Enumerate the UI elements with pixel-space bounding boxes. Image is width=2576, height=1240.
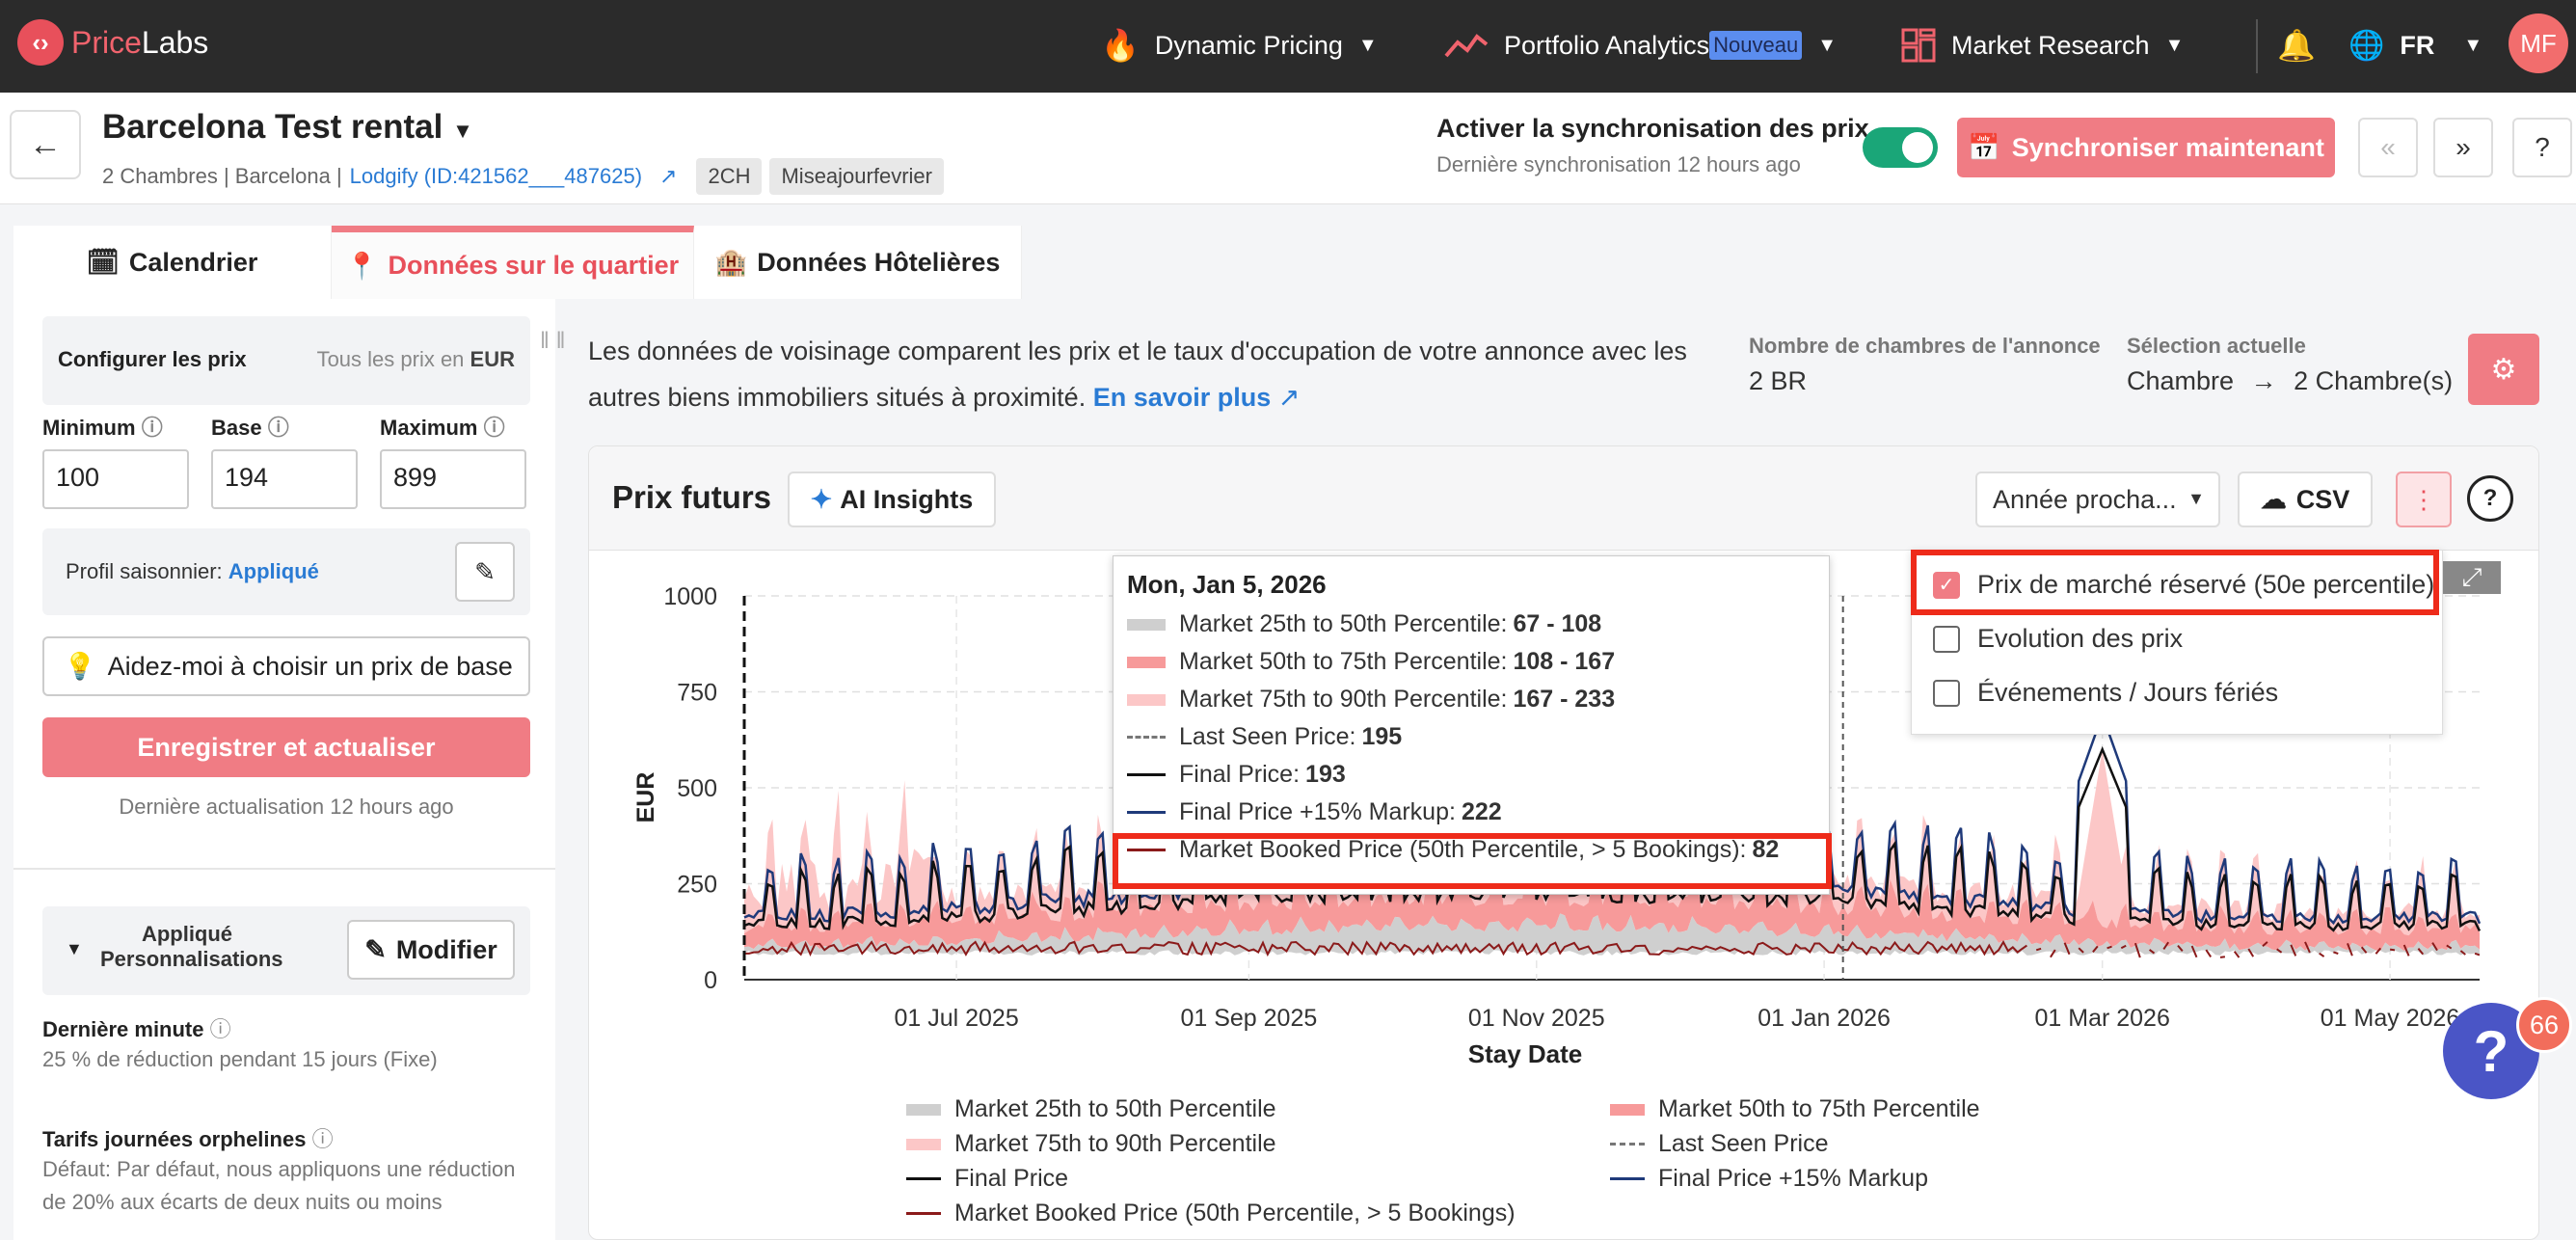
tooltip-label: Last Seen Price: <box>1179 723 1356 750</box>
x-axis-label: Stay Date <box>1468 1039 1583 1068</box>
legend-item[interactable]: Market 50th to 75th Percentile <box>1610 1095 1980 1123</box>
legend-item[interactable]: Last Seen Price <box>1610 1130 1829 1158</box>
notification-count-badge: 66 <box>2516 997 2572 1053</box>
tooltip-value: 108 - 167 <box>1513 648 1616 675</box>
x-tick-label: 01 May 2026 <box>2321 1005 2460 1032</box>
tooltip-rows: Market 25th to 50th Percentile: 67 - 108 M… <box>1127 606 1815 869</box>
tooltip-label: Market 75th to 90th Percentile: <box>1179 686 1508 713</box>
x-tick-label: 01 Jan 2026 <box>1758 1005 1891 1032</box>
option-label: Evolution des prix <box>1977 624 2184 653</box>
tooltip-swatch <box>1127 618 1166 631</box>
tooltip-label: Final Price: <box>1179 761 1301 788</box>
y-tick-label: 1000 <box>663 583 717 610</box>
legend-label: Market 25th to 50th Percentile <box>954 1095 1276 1122</box>
tooltip-swatch <box>1127 693 1166 706</box>
legend-swatch <box>906 1212 941 1215</box>
tooltip-swatch <box>1127 773 1166 776</box>
y-tick-label: 250 <box>677 872 717 899</box>
y-tick-label: 500 <box>677 775 717 802</box>
legend-item[interactable]: Final Price +15% Markup <box>1610 1165 1928 1193</box>
legend-label: Market Booked Price (50th Percentile, > … <box>954 1200 1516 1227</box>
legend-swatch <box>1610 1143 1645 1146</box>
x-tick-label: 01 Nov 2025 <box>1468 1005 1605 1032</box>
legend-swatch <box>1610 1177 1645 1180</box>
tooltip-label: Market 50th to 75th Percentile: <box>1179 648 1508 675</box>
legend-swatch <box>906 1138 941 1150</box>
x-tick-label: 01 Mar 2026 <box>2035 1005 2170 1032</box>
tooltip-value: 193 <box>1305 761 1346 788</box>
legend-label: Market 75th to 90th Percentile <box>954 1130 1276 1157</box>
tooltip-row: Final Price: 193 <box>1127 756 1815 794</box>
legend-item[interactable]: Market 25th to 50th Percentile <box>906 1095 1276 1123</box>
tooltip-value: 222 <box>1461 798 1502 825</box>
legend-swatch <box>906 1177 941 1180</box>
highlight-booked-price-option <box>1911 550 2439 615</box>
checkbox-icon[interactable] <box>1933 679 1960 707</box>
legend-label: Last Seen Price <box>1658 1130 1829 1157</box>
tooltip-swatch <box>1127 736 1166 739</box>
tooltip-row: Market 25th to 50th Percentile: 67 - 108 <box>1127 606 1815 643</box>
legend-item[interactable]: Market Booked Price (50th Percentile, > … <box>906 1200 1516 1227</box>
y-axis-label: EUR <box>632 772 659 823</box>
legend-item[interactable]: Market 75th to 90th Percentile <box>906 1130 1276 1158</box>
legend-swatch <box>1610 1103 1645 1116</box>
tooltip-date: Mon, Jan 5, 2026 <box>1127 570 1327 599</box>
fullscreen-icon[interactable]: ⤢ <box>2443 561 2501 594</box>
y-tick-label: 0 <box>704 967 717 994</box>
option-events-holidays[interactable]: Événements / Jours fériés <box>1933 678 2278 708</box>
highlight-booked-price-row <box>1113 833 1832 889</box>
tooltip-value: 67 - 108 <box>1513 610 1602 637</box>
tooltip-value: 167 - 233 <box>1513 686 1616 713</box>
tooltip-swatch <box>1127 656 1166 668</box>
x-tick-label: 01 Jul 2025 <box>894 1005 1018 1032</box>
legend-label: Final Price +15% Markup <box>1658 1165 1928 1192</box>
legend-label: Market 50th to 75th Percentile <box>1658 1095 1980 1122</box>
tooltip-label: Final Price +15% Markup: <box>1179 798 1456 825</box>
option-label: Événements / Jours fériés <box>1977 678 2279 707</box>
legend-label: Final Price <box>954 1165 1069 1192</box>
tooltip-row: Market 50th to 75th Percentile: 108 - 167 <box>1127 643 1815 681</box>
tooltip-row: Market 75th to 90th Percentile: 167 - 233 <box>1127 681 1815 718</box>
tooltip-row: Last Seen Price: 195 <box>1127 718 1815 756</box>
legend-item[interactable]: Final Price <box>906 1165 1068 1193</box>
tooltip-value: 195 <box>1361 723 1403 750</box>
legend-swatch <box>906 1103 941 1116</box>
tooltip-row: Final Price +15% Markup: 222 <box>1127 794 1815 831</box>
option-price-evolution[interactable]: Evolution des prix <box>1933 624 2183 654</box>
checkbox-icon[interactable] <box>1933 625 1960 653</box>
y-tick-label: 750 <box>677 680 717 707</box>
tooltip-swatch <box>1127 811 1166 814</box>
tooltip-label: Market 25th to 50th Percentile: <box>1179 610 1508 637</box>
x-tick-label: 01 Sep 2025 <box>1180 1005 1317 1032</box>
